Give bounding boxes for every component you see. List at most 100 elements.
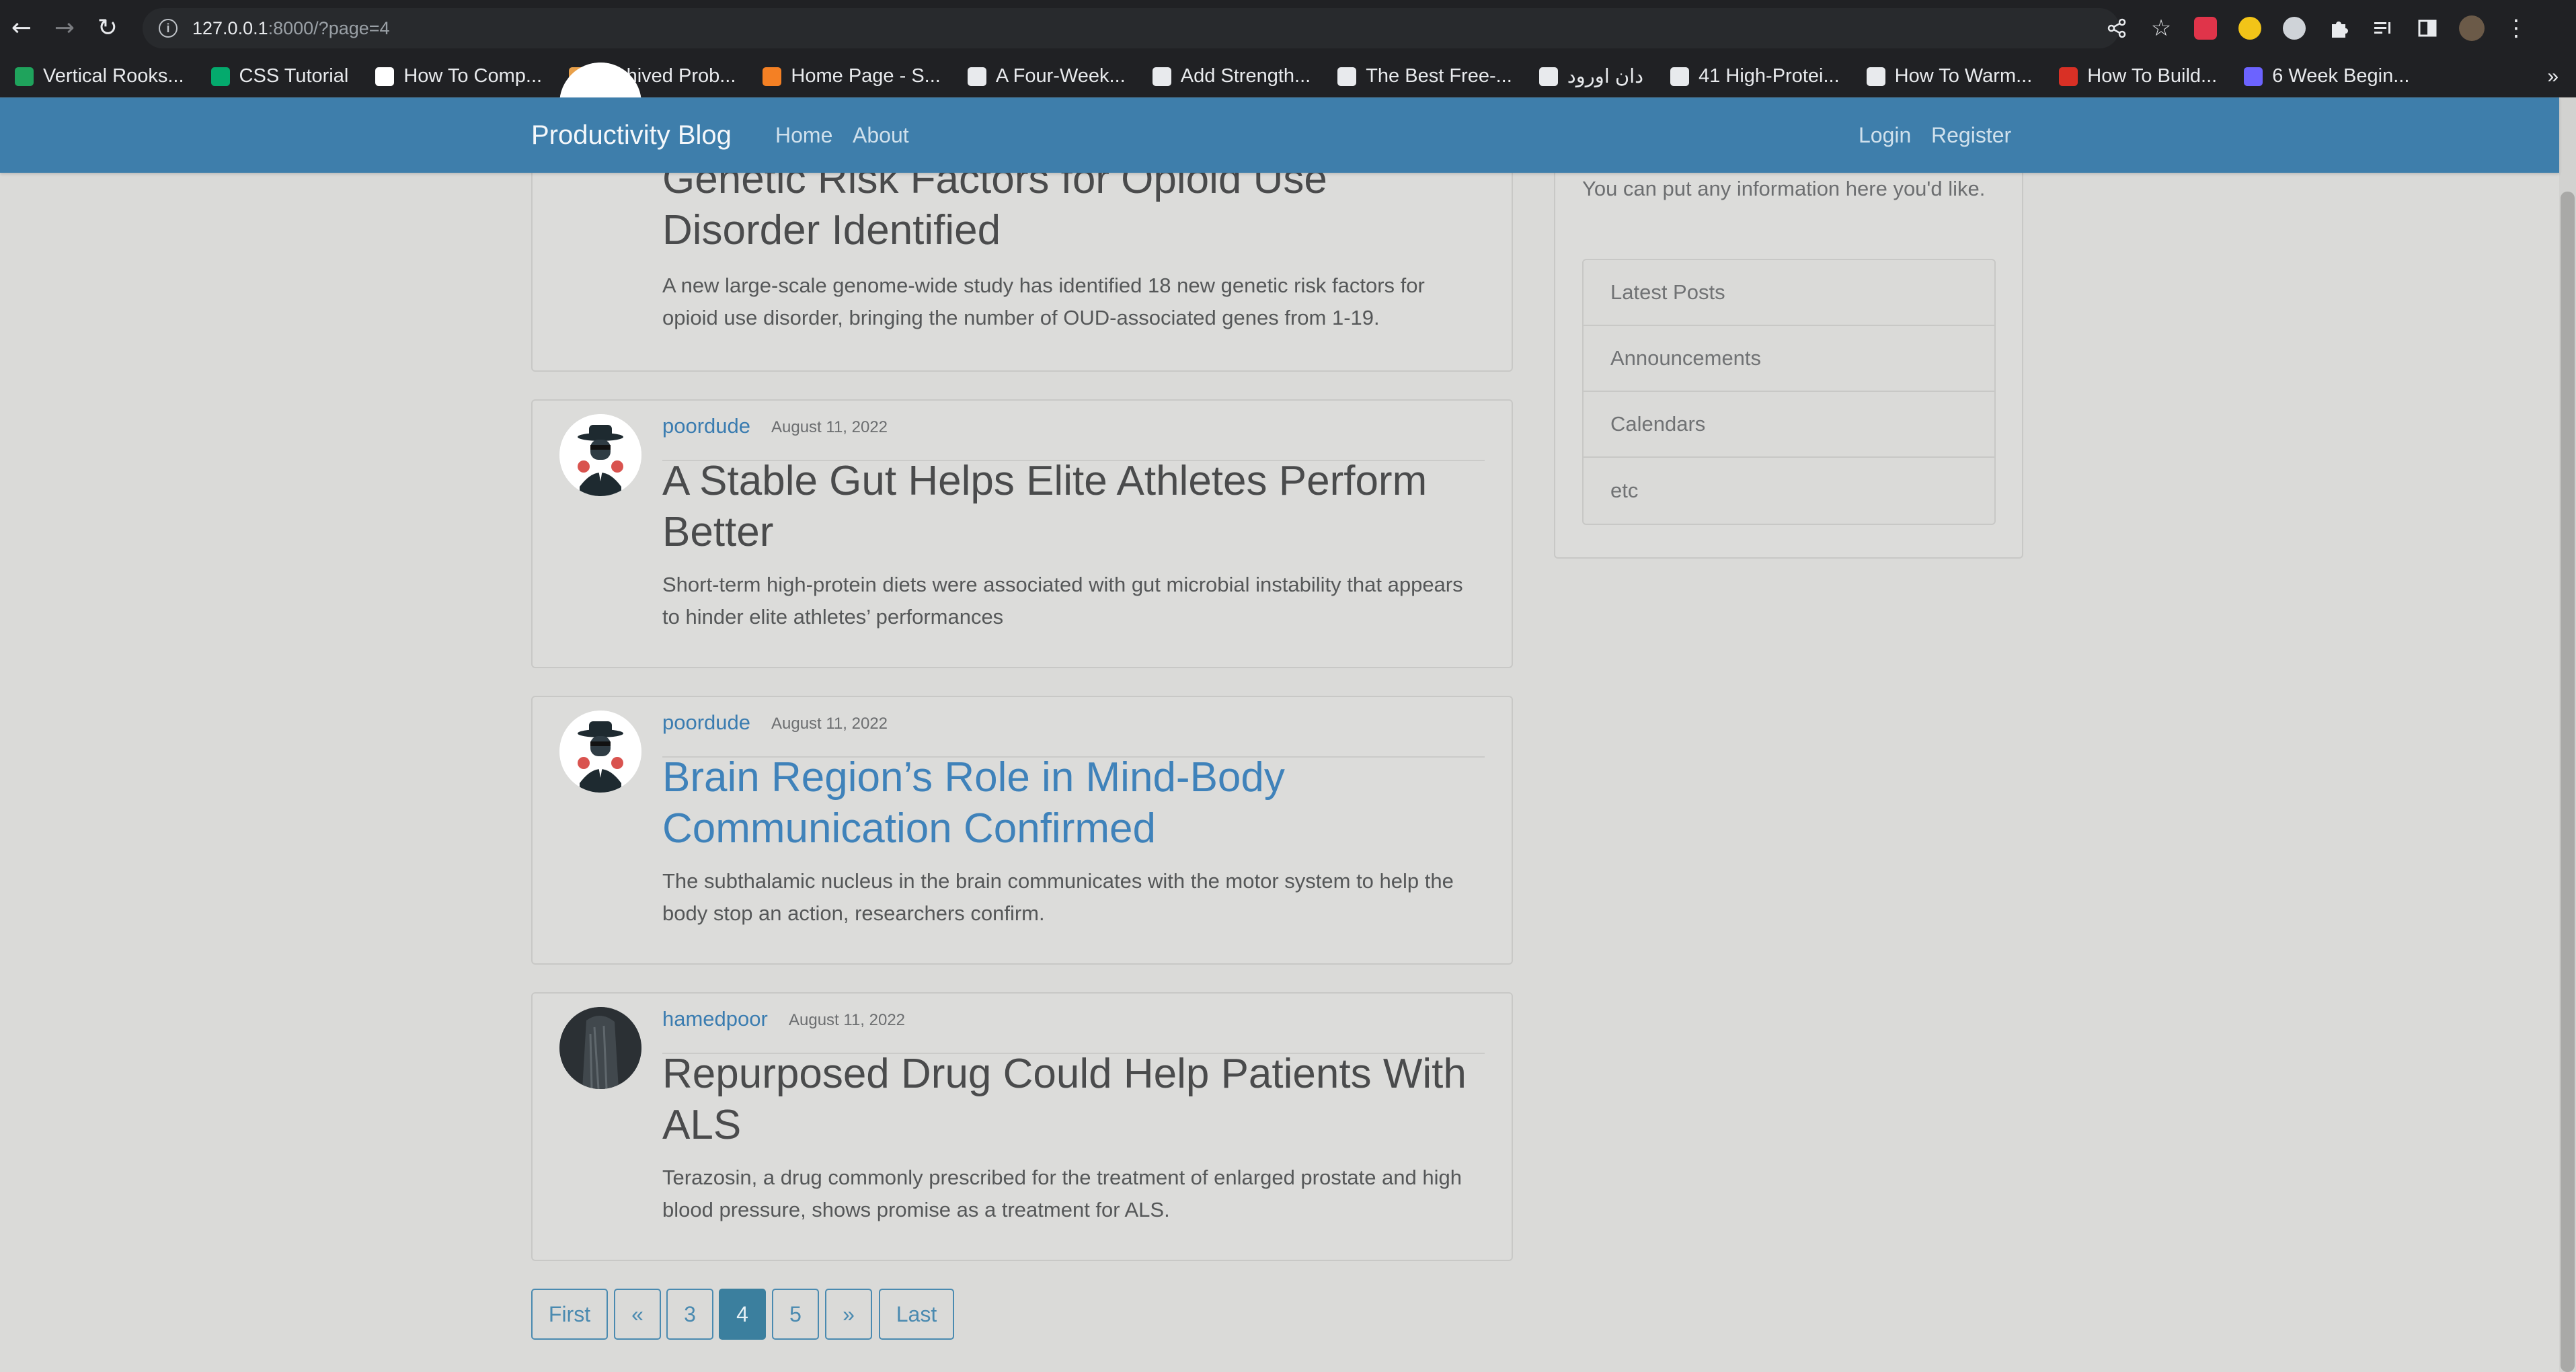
bookmark-item[interactable]: Add Strength... (1152, 65, 1311, 87)
page-4-button[interactable]: 4 (719, 1289, 766, 1340)
bookmark-item[interactable]: How To Comp... (375, 65, 542, 87)
nav-login-link[interactable]: Login (1859, 123, 1911, 148)
sidebar-item-etc[interactable]: etc (1584, 458, 1994, 524)
site-info-icon[interactable]: i (159, 19, 178, 38)
site-navbar: Productivity Blog Home About Login Regis… (0, 97, 2559, 173)
spy-avatar-icon (559, 711, 641, 793)
bookmarks-overflow-icon[interactable]: » (2547, 65, 2559, 88)
sidebar-item-calendars[interactable]: Calendars (1584, 392, 1994, 458)
kebab-menu-icon[interactable]: ⋮ (2494, 0, 2538, 56)
post-author-link[interactable]: hamedpoor (662, 1007, 768, 1031)
bookmark-label: A Four-Week... (995, 65, 1126, 87)
w3schools-icon (210, 67, 230, 86)
bookmark-label: 41 High-Protei... (1699, 65, 1840, 87)
dot-chart-icon (15, 67, 34, 86)
c-letter-icon (1337, 67, 1357, 86)
bookmark-label: The Best Free-... (1366, 65, 1512, 87)
author-avatar[interactable] (559, 711, 641, 793)
bookmark-item[interactable]: دان اورود (1538, 65, 1644, 88)
author-avatar[interactable] (559, 414, 641, 496)
post-excerpt: A new large-scale genome-wide study has … (662, 274, 1425, 329)
post-card: hamedpoor August 11, 2022 Repurposed Dru… (531, 992, 1513, 1261)
post-title[interactable]: Repurposed Drug Could Help Patients With… (662, 1049, 1485, 1151)
bookmark-item[interactable]: Vertical Rooks... (15, 65, 184, 87)
bookmarks-bar: Vertical Rooks... CSS Tutorial How To Comp… (0, 56, 2576, 97)
sidebar-item-announcements[interactable]: Announcements (1584, 326, 1994, 392)
bookmark-item[interactable]: 6 Week Begin... (2244, 65, 2409, 87)
side-panel-icon[interactable] (2405, 0, 2450, 56)
bookmark-item[interactable]: 41 High-Protei... (1670, 65, 1840, 87)
url-host: 127.0.0.1 (192, 17, 268, 38)
red-swirl-icon (2059, 67, 2078, 86)
bookmark-item[interactable]: Home Page - S... (763, 65, 941, 87)
page-prev-button[interactable]: « (614, 1289, 661, 1340)
bookmark-label: Add Strength... (1180, 65, 1311, 87)
c-letter-icon (967, 67, 986, 86)
medium-icon (375, 67, 395, 86)
post-author-link[interactable]: poordude (662, 711, 750, 735)
author-avatar[interactable] (559, 1007, 641, 1089)
reload-icon[interactable]: ↻ (86, 0, 129, 56)
post-title[interactable]: Brain Region’s Role in Mind-Body Communi… (662, 752, 1485, 854)
stackexchange-icon (763, 67, 782, 86)
c-letter-icon (1866, 67, 1885, 86)
bookmark-label: CSS Tutorial (239, 65, 349, 87)
page-first-button[interactable]: First (531, 1289, 608, 1340)
bookmark-item[interactable]: The Best Free-... (1337, 65, 1512, 87)
bookmark-label: 6 Week Begin... (2272, 65, 2410, 87)
page-next-button[interactable]: » (825, 1289, 872, 1340)
spy-avatar-icon (559, 414, 641, 496)
post-date: August 11, 2022 (771, 418, 888, 436)
page-last-button[interactable]: Last (879, 1289, 954, 1340)
extensions-puzzle-icon[interactable] (2316, 0, 2361, 56)
extension-yellow-icon[interactable] (2228, 0, 2272, 56)
post-excerpt: The subthalamic nucleus in the brain com… (662, 869, 1454, 925)
profile-avatar-icon[interactable] (2450, 0, 2494, 56)
c-letter-icon (1152, 67, 1171, 86)
extension-glasses-icon[interactable] (2272, 0, 2316, 56)
back-arrow-icon[interactable]: ← (0, 0, 43, 56)
post-date: August 11, 2022 (789, 1011, 906, 1029)
bookmark-label: How To Comp... (403, 65, 543, 87)
bookmark-item[interactable]: How To Warm... (1866, 65, 2033, 87)
extension-red-icon[interactable] (2183, 0, 2228, 56)
post-date: August 11, 2022 (771, 715, 888, 733)
bookmark-star-icon[interactable]: ☆ (2139, 0, 2183, 56)
page-5-button[interactable]: 5 (772, 1289, 819, 1340)
post-author-link[interactable]: poordude (662, 414, 750, 438)
bookmark-label: دان اورود (1567, 66, 1644, 87)
dark-photo-avatar-icon (559, 1007, 641, 1089)
post-excerpt: Short-term high-protein diets were assoc… (662, 573, 1463, 629)
bookmark-item[interactable]: How To Build... (2059, 65, 2217, 87)
nav-about-link[interactable]: About (853, 123, 909, 148)
sidebar-item-latest-posts[interactable]: Latest Posts (1584, 260, 1994, 326)
bookmark-label: How To Warm... (1894, 65, 2033, 87)
post-title[interactable]: A Stable Gut Helps Elite Athletes Perfor… (662, 456, 1485, 558)
post-excerpt: Terazosin, a drug commonly prescribed fo… (662, 1166, 1462, 1221)
post-card: poordude August 11, 2022 A Stable Gut He… (531, 399, 1513, 668)
page-3-button[interactable]: 3 (666, 1289, 713, 1340)
post-meta: poordude August 11, 2022 (662, 414, 1485, 461)
bookmark-label: Home Page - S... (791, 65, 941, 87)
runner-icon (2244, 67, 2263, 86)
c-letter-icon (1670, 67, 1690, 86)
site-brand[interactable]: Productivity Blog (531, 120, 732, 151)
forward-arrow-icon[interactable]: → (43, 0, 86, 56)
post-meta: hamedpoor August 11, 2022 (662, 1007, 1485, 1054)
url-path: :8000/?page=4 (268, 17, 390, 38)
nav-register-link[interactable]: Register (1931, 123, 2011, 148)
bookmark-label: Vertical Rooks... (43, 65, 184, 87)
reading-list-icon[interactable] (2361, 0, 2405, 56)
browser-toolbar: ← → ↻ i 127.0.0.1:8000/?page=4 ☆ ⋮ (0, 0, 2576, 56)
share-icon[interactable] (2095, 0, 2139, 56)
bookmark-item[interactable]: CSS Tutorial (210, 65, 349, 87)
sidebar-description: You can put any information here you'd l… (1582, 177, 1986, 200)
post-card: poordude August 11, 2022 Brain Region’s … (531, 696, 1513, 965)
bookmark-item[interactable]: A Four-Week... (967, 65, 1126, 87)
toolbar-right: ☆ ⋮ (2095, 0, 2576, 56)
address-bar[interactable]: i 127.0.0.1:8000/?page=4 (143, 8, 2119, 48)
page-scrollbar-thumb[interactable] (2561, 192, 2575, 1372)
bookmark-label: How To Build... (2087, 65, 2218, 87)
nav-home-link[interactable]: Home (775, 123, 832, 148)
globe-icon (1538, 67, 1558, 86)
